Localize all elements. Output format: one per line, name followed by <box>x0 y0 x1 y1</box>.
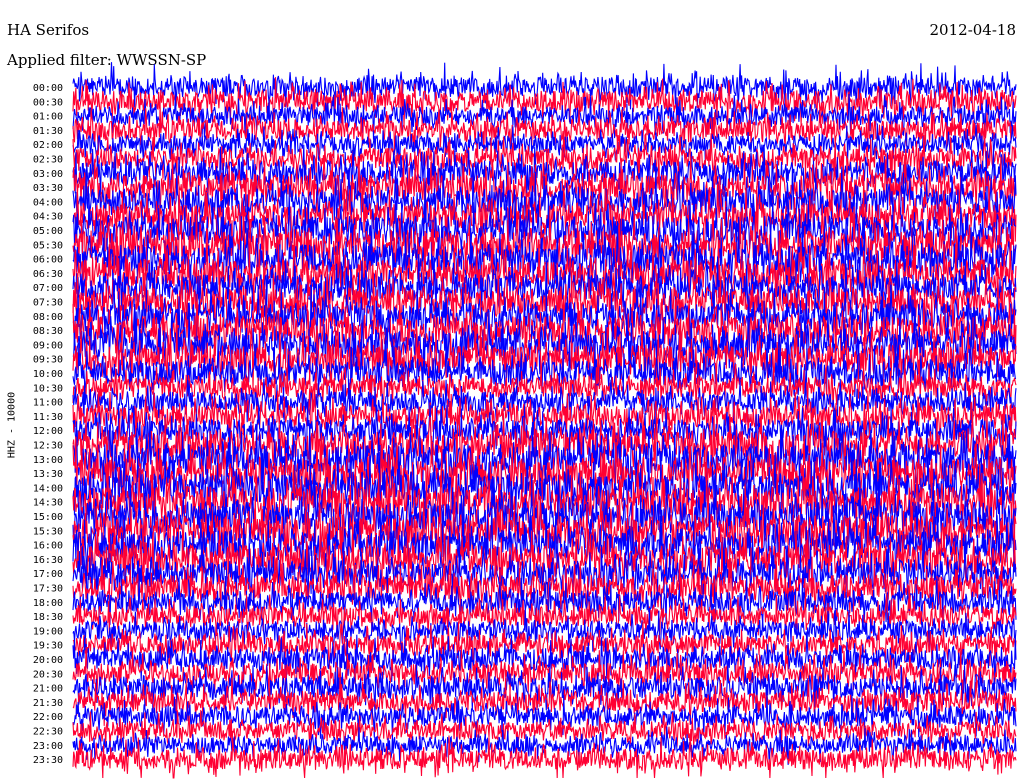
time-tick-label: 13:30 <box>33 469 63 480</box>
time-tick-label: 21:00 <box>33 684 63 695</box>
time-tick-label: 05:30 <box>33 240 63 251</box>
time-tick-label: 04:30 <box>33 212 63 223</box>
helicorder-page: HA Serifos 2012-04-18 Applied filter: WW… <box>0 0 1024 780</box>
time-tick-label: 09:30 <box>33 355 63 366</box>
time-tick-label: 23:30 <box>33 755 63 766</box>
time-tick-label: 22:00 <box>33 712 63 723</box>
time-tick-label: 09:00 <box>33 340 63 351</box>
time-tick-label: 16:30 <box>33 555 63 566</box>
time-tick-label: 10:30 <box>33 383 63 394</box>
time-tick-label: 20:30 <box>33 669 63 680</box>
time-tick-label: 11:00 <box>33 398 63 409</box>
time-tick-label: 02:00 <box>33 140 63 151</box>
time-tick-label: 12:30 <box>33 441 63 452</box>
time-tick-label: 07:00 <box>33 283 63 294</box>
time-tick-label: 23:00 <box>33 741 63 752</box>
time-tick-label: 07:30 <box>33 298 63 309</box>
time-tick-label: 00:30 <box>33 97 63 108</box>
time-tick-label: 16:00 <box>33 541 63 552</box>
time-tick-label: 22:30 <box>33 727 63 738</box>
time-tick-label: 00:00 <box>33 83 63 94</box>
time-tick-label: 15:30 <box>33 526 63 537</box>
time-tick-label: 18:00 <box>33 598 63 609</box>
time-tick-label: 01:00 <box>33 112 63 123</box>
time-tick-label: 03:00 <box>33 169 63 180</box>
time-tick-label: 04:00 <box>33 197 63 208</box>
trace-group <box>72 62 1017 779</box>
time-tick-label: 06:30 <box>33 269 63 280</box>
time-tick-label: 20:00 <box>33 655 63 666</box>
time-tick-label: 14:00 <box>33 483 63 494</box>
time-tick-label: 17:00 <box>33 569 63 580</box>
time-tick-label: 08:30 <box>33 326 63 337</box>
time-tick-label: 17:30 <box>33 584 63 595</box>
time-tick-label: 03:30 <box>33 183 63 194</box>
time-tick-label: 02:30 <box>33 155 63 166</box>
time-tick-label: 06:00 <box>33 255 63 266</box>
time-tick-label: 13:00 <box>33 455 63 466</box>
time-tick-label: 05:00 <box>33 226 63 237</box>
time-tick-label: 15:00 <box>33 512 63 523</box>
time-tick-label: 08:00 <box>33 312 63 323</box>
time-tick-label: 10:00 <box>33 369 63 380</box>
time-tick-label: 18:30 <box>33 612 63 623</box>
time-tick-labels: 00:00 00:30 01:00 01:30 02:00 02:30 03:00 03:30… <box>33 83 63 766</box>
time-tick-label: 01:30 <box>33 126 63 137</box>
time-tick-label: 11:30 <box>33 412 63 423</box>
time-tick-label: 19:00 <box>33 626 63 637</box>
helicorder-plot: 00:00 00:30 01:00 01:30 02:00 02:30 03:00 03:30… <box>33 62 1017 779</box>
time-tick-label: 21:30 <box>33 698 63 709</box>
time-tick-label: 19:30 <box>33 641 63 652</box>
time-tick-label: 12:00 <box>33 426 63 437</box>
time-tick-label: 14:30 <box>33 498 63 509</box>
